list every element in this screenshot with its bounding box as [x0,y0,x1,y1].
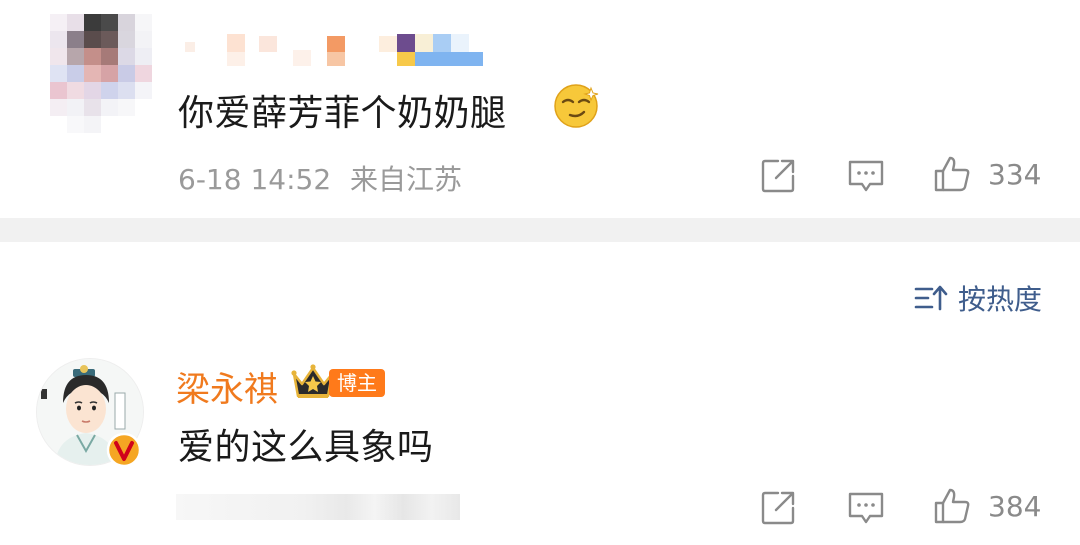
avatar-blurred[interactable] [50,14,152,133]
like-count: 384 [988,490,1042,523]
sort-by-hot-button[interactable]: 按热度 [914,278,1042,318]
share-icon[interactable] [758,156,798,196]
verified-v-icon [106,432,142,468]
sort-label: 按热度 [957,283,1042,316]
blogger-badge: 博主 [329,369,385,397]
comment-item-2 [0,340,1080,545]
username-blurred[interactable] [185,30,485,70]
comment-time: 6-18 14:52 [178,163,332,196]
like-icon[interactable] [932,486,972,526]
share-icon[interactable] [758,488,798,528]
comment-text: 爱的这么具象吗 [178,427,434,468]
comment-icon[interactable] [846,156,886,196]
sort-icon [914,285,948,311]
meta-blurred [176,494,460,520]
like-icon[interactable] [932,154,972,194]
like-count: 334 [988,158,1042,191]
comment-location: 来自江苏 [350,163,463,196]
section-divider [0,218,1080,242]
comment-text: 你爱薛芳菲个奶奶腿 [178,93,507,134]
sly-smile-emoji-icon [554,84,599,128]
username[interactable]: 梁永祺 [176,362,278,411]
comment-item-1: 你爱薛芳菲个奶奶腿 6-18 14:52 来自江苏 334 [0,0,1080,218]
comment-icon[interactable] [846,488,886,528]
